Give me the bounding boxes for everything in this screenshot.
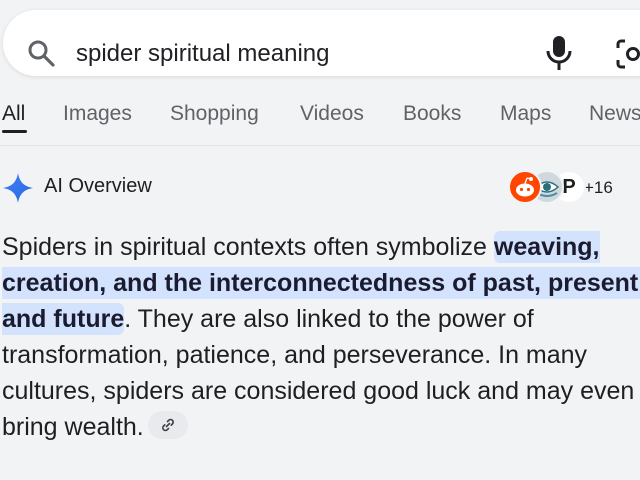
tab-all[interactable]: All <box>2 102 25 126</box>
link-icon <box>161 419 174 432</box>
tab-videos[interactable]: Videos <box>300 102 364 126</box>
tab-images[interactable]: Images <box>63 102 132 126</box>
tab-news[interactable]: News <box>589 102 640 126</box>
search-results-page: spider spiritual meaning All Images Shop… <box>0 0 640 480</box>
overview-text-intro: Spiders in spiritual contexts often symb… <box>2 233 494 261</box>
microphone-icon[interactable] <box>546 35 572 71</box>
active-tab-indicator <box>2 130 27 133</box>
search-bar[interactable]: spider spiritual meaning <box>3 10 640 76</box>
ai-sparkle-icon <box>3 173 33 203</box>
search-input[interactable]: spider spiritual meaning <box>76 40 329 68</box>
ai-overview-title: AI Overview <box>44 175 152 197</box>
ai-overview-text: Spiders in spiritual contexts often symb… <box>2 229 640 445</box>
tab-maps[interactable]: Maps <box>500 102 551 126</box>
tabs-divider <box>0 145 640 146</box>
tab-shopping[interactable]: Shopping <box>170 102 259 126</box>
reddit-icon[interactable] <box>508 170 542 204</box>
camera-lens-icon[interactable] <box>615 38 640 70</box>
source-link-button[interactable] <box>147 411 188 440</box>
tab-books[interactable]: Books <box>403 102 461 126</box>
more-sources-count[interactable]: +16 <box>584 178 613 198</box>
search-icon[interactable] <box>27 39 55 67</box>
